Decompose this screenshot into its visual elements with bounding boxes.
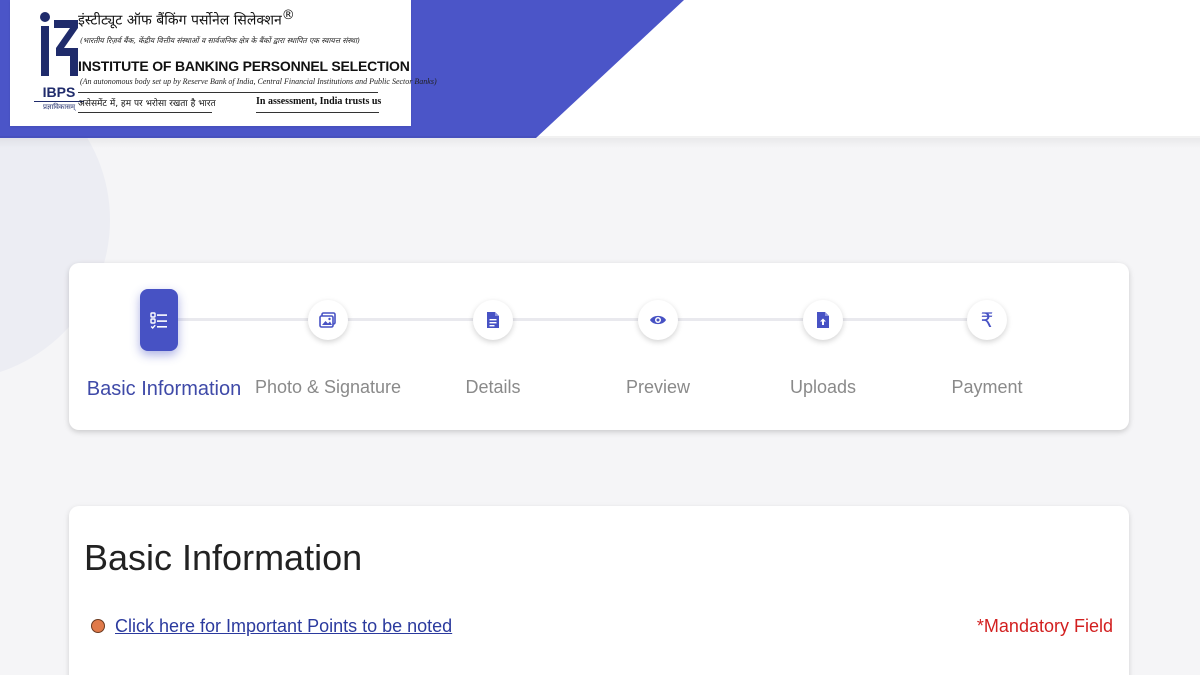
- header-shadow: [0, 136, 1200, 148]
- basic-information-title: Basic Information: [84, 537, 363, 578]
- step-photo-signature-badge[interactable]: [308, 300, 348, 340]
- logo-english-subtitle: (An autonomous body set up by Reserve Ba…: [80, 77, 437, 86]
- step-payment[interactable]: ₹ Payment: [887, 263, 1087, 430]
- registered-mark: ®: [281, 8, 295, 23]
- step-details-badge[interactable]: [473, 300, 513, 340]
- step-uploads-badge[interactable]: [803, 300, 843, 340]
- logo-hindi-subtitle: (भारतीय रिज़र्व बैंक, केंद्रीय वित्तीय स…: [80, 36, 360, 45]
- logo-hindi-title-text: इंस्टीट्यूट ऑफ बैंकिंग पर्सोनेल सिलेक्शन: [78, 12, 282, 29]
- logo-tagline-hindi: असेसमेंट में, हम पर भरोसा रखता है भारत: [78, 99, 216, 109]
- step-preview-badge[interactable]: [638, 300, 678, 340]
- logo-underline-hindi: [78, 112, 212, 113]
- mandatory-field-note: *Mandatory Field: [976, 616, 1113, 636]
- logo-hindi-title: इंस्टीट्यूट ऑफ बैंकिंग पर्सोनेल सिलेक्शन…: [78, 8, 295, 30]
- step-payment-label: Payment: [951, 377, 1023, 397]
- header: IBPS प्रज्ञाविकासम् इंस्टीट्यूट ऑफ बैंकि…: [0, 0, 1200, 148]
- checklist-icon: [150, 312, 167, 330]
- logo-english-title: INSTITUTE OF BANKING PERSONNEL SELECTION: [78, 58, 410, 74]
- step-payment-badge[interactable]: ₹: [967, 300, 1007, 340]
- logo-tagline-english: In assessment, India trusts us: [256, 96, 382, 107]
- file-upload-icon: [817, 312, 829, 328]
- eye-icon: [650, 315, 666, 325]
- page: IBPS प्रज्ञाविकासम् इंस्टीट्यूट ऑफ बैंकि…: [0, 0, 1200, 675]
- bullet-icon: [91, 619, 105, 633]
- basic-information-card: Basic Information Click here for Importa…: [69, 506, 1129, 675]
- important-points-link[interactable]: Click here for Important Points to be no…: [115, 616, 452, 637]
- progress-stepper: Basic Information Photo & Signature Deta…: [69, 263, 1129, 430]
- ibps-logo[interactable]: IBPS प्रज्ञाविकासम् इंस्टीट्यूट ऑफ बैंकि…: [10, 0, 437, 126]
- ibps-mark-text: IBPS: [42, 84, 76, 100]
- ibps-emblem: IBPS प्रज्ञाविकासम्: [34, 10, 84, 114]
- image-icon: [319, 312, 336, 328]
- ibps-mark-subtext: प्रज्ञाविकासम्: [34, 101, 84, 112]
- logo-divider: [78, 92, 378, 93]
- rupee-icon: ₹: [980, 308, 994, 332]
- logo-underline-english: [256, 112, 379, 113]
- document-icon: [487, 312, 499, 328]
- step-basic-information-badge[interactable]: [140, 289, 178, 351]
- ibps-emblem-icon: [40, 12, 78, 76]
